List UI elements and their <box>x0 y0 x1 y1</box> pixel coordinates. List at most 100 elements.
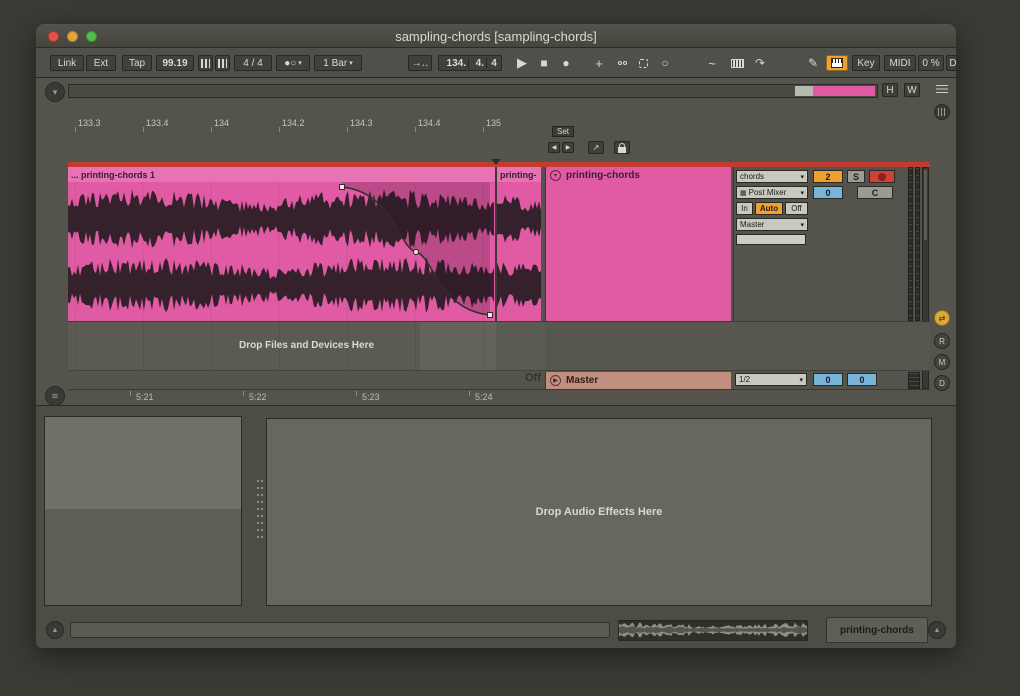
draw-mode-button[interactable]: ✎ <box>804 54 822 72</box>
scrollbar-thumb[interactable] <box>924 170 927 240</box>
quantize-menu[interactable]: 1 Bar ▾ <box>314 55 362 71</box>
fade-start-handle[interactable] <box>340 185 345 190</box>
play-button[interactable]: ▶ <box>512 54 532 72</box>
audio-clip-1[interactable]: ... printing-chords 1 <box>68 167 495 321</box>
arrangement-position-display[interactable]: 134. 4. 4 <box>438 55 502 71</box>
ruler-tick: 133.3 <box>78 118 101 128</box>
track-header[interactable]: ▾ printing-chords <box>545 167 731 321</box>
panel-resize-grip[interactable] <box>261 480 263 540</box>
nudge-up-button[interactable] <box>215 55 230 71</box>
solo-button[interactable]: S <box>847 170 865 183</box>
monitor-auto-button[interactable]: Auto <box>755 202 783 215</box>
master-volume-value[interactable]: 0 <box>813 373 843 386</box>
arrangement-overview[interactable] <box>68 84 878 98</box>
clip-overview-waveform[interactable] <box>618 620 808 641</box>
key-map-button[interactable]: Key <box>852 55 880 71</box>
fade-mid-handle[interactable] <box>414 250 419 255</box>
capture-midi-button[interactable] <box>634 54 652 72</box>
send-knob-value[interactable]: 2 <box>813 170 843 183</box>
track-volume-value[interactable]: 0 <box>813 186 843 199</box>
prev-locator-button[interactable]: ◀ <box>548 142 560 153</box>
title-bar[interactable]: sampling-chords [sampling-chords] <box>36 24 956 48</box>
returns-section-toggle[interactable]: R <box>934 333 950 349</box>
next-locator-button[interactable]: ▶ <box>562 142 574 153</box>
play-icon: ▶ <box>553 377 558 384</box>
optimize-height-button[interactable]: H <box>882 83 898 97</box>
overdub-button[interactable] <box>612 54 632 72</box>
track-pan-value[interactable]: C <box>857 186 893 199</box>
monitor-chooser[interactable]: ▦Post Mixer ▾ <box>736 186 808 199</box>
delay-section-toggle[interactable]: D <box>934 375 950 391</box>
midi-map-button[interactable]: MIDI <box>884 55 916 71</box>
monitor-in-button[interactable]: In <box>736 202 753 215</box>
selected-clip-tab[interactable]: printing-chords <box>826 617 928 643</box>
audio-clip-2[interactable]: printing- <box>497 167 541 321</box>
arm-button[interactable] <box>869 170 895 183</box>
beat-time-ruler[interactable]: 133.3 133.4 134 134.2 134.3 134.4 135 <box>68 116 545 132</box>
automation-arrow-button[interactable]: ↷ <box>752 54 768 72</box>
master-track-name[interactable]: Master <box>566 375 598 386</box>
device-drop-area[interactable]: Drop Audio Effects Here <box>266 418 932 606</box>
master-play-button[interactable]: ▶ <box>550 375 561 386</box>
output-chooser[interactable]: Master ▾ <box>736 218 808 231</box>
loop-button[interactable]: ○ <box>656 54 674 72</box>
track-status-field <box>736 234 806 245</box>
track-name[interactable]: printing-chords <box>566 170 640 181</box>
panel-resize-grip[interactable] <box>257 480 259 540</box>
optimize-width-button[interactable]: W <box>904 83 920 97</box>
fade-curves-button[interactable]: ~ <box>702 54 722 72</box>
master-pan-value[interactable]: 0 <box>847 373 877 386</box>
clip-title-bar[interactable]: printing- <box>497 167 541 182</box>
input-type-chooser[interactable]: chords ▾ <box>736 170 808 183</box>
track-fold-button[interactable]: ▾ <box>550 170 561 181</box>
disk-overload-indicator: D <box>946 55 956 71</box>
computer-keyboard-button[interactable] <box>726 54 748 72</box>
tap-tempo-button[interactable]: Tap <box>122 55 152 71</box>
nudge-down-button[interactable] <box>198 55 213 71</box>
ext-button[interactable]: Ext <box>86 55 116 71</box>
nudge-up-icon <box>218 59 227 68</box>
stop-button[interactable]: ■ <box>534 54 554 72</box>
locator-set-marker[interactable]: Set <box>552 126 574 137</box>
link-button[interactable]: Link <box>50 55 84 71</box>
chevron-down-icon: ▾ <box>800 173 804 181</box>
ruler-tick: 134.2 <box>282 118 305 128</box>
mixer-section-toggle[interactable]: M <box>934 354 950 370</box>
info-view-panel[interactable] <box>44 416 242 606</box>
io-meter-toggle[interactable] <box>934 104 950 120</box>
track-drop-area[interactable]: Drop Files and Devices Here <box>68 321 545 371</box>
fade-end-handle[interactable] <box>488 313 493 318</box>
master-track-header[interactable]: ▶ Master <box>545 372 731 389</box>
nudge-down-icon <box>201 59 210 68</box>
lower-zone: Drop Audio Effects Here ▲ printing-chord… <box>36 405 956 648</box>
loop-icon: ○ <box>661 56 668 70</box>
metronome-button[interactable]: ●○ ▾ <box>276 55 310 71</box>
master-quantize-chooser[interactable]: 1/2 ▾ <box>735 373 807 386</box>
minute-time-ruler[interactable]: 5:21 5:22 5:23 5:24 <box>68 389 930 405</box>
overview-view-box[interactable] <box>795 86 813 96</box>
show-info-toggle[interactable]: ▲ <box>46 621 64 639</box>
follow-button[interactable]: →‥ <box>408 55 432 71</box>
expand-button[interactable]: ↗ <box>588 141 604 154</box>
new-button[interactable]: + <box>590 54 608 72</box>
monitor-off-button[interactable]: Off <box>785 202 808 215</box>
insert-marker[interactable] <box>491 159 501 165</box>
track-io-section: chords ▾ ▦Post Mixer ▾ In Auto Off Maste… <box>733 167 809 321</box>
lines-icon <box>938 108 946 116</box>
overview-waves-toggle[interactable]: ≋ <box>45 386 65 406</box>
ruler-tick: 134 <box>214 118 229 128</box>
automation-chooser-off[interactable]: Off <box>441 372 541 384</box>
tempo-display[interactable]: 99.19 <box>156 55 194 71</box>
time-signature-display[interactable]: 4 / 4 <box>234 55 272 71</box>
follow-toggle[interactable]: ▾ <box>45 82 65 102</box>
track-area-right <box>545 321 930 371</box>
track-meter-left <box>908 167 913 321</box>
midi-keyboard-toggle[interactable] <box>826 55 848 71</box>
io-section-toggle[interactable]: ⇄ <box>934 310 950 326</box>
clip-title-bar[interactable]: ... printing-chords 1 <box>68 167 495 182</box>
show-detail-toggle[interactable]: ▲ <box>928 621 946 639</box>
lock-envelopes-button[interactable] <box>614 141 630 154</box>
time-tick: 5:23 <box>362 392 380 402</box>
main-menu-button[interactable] <box>932 80 952 98</box>
record-button[interactable]: ● <box>556 54 576 72</box>
